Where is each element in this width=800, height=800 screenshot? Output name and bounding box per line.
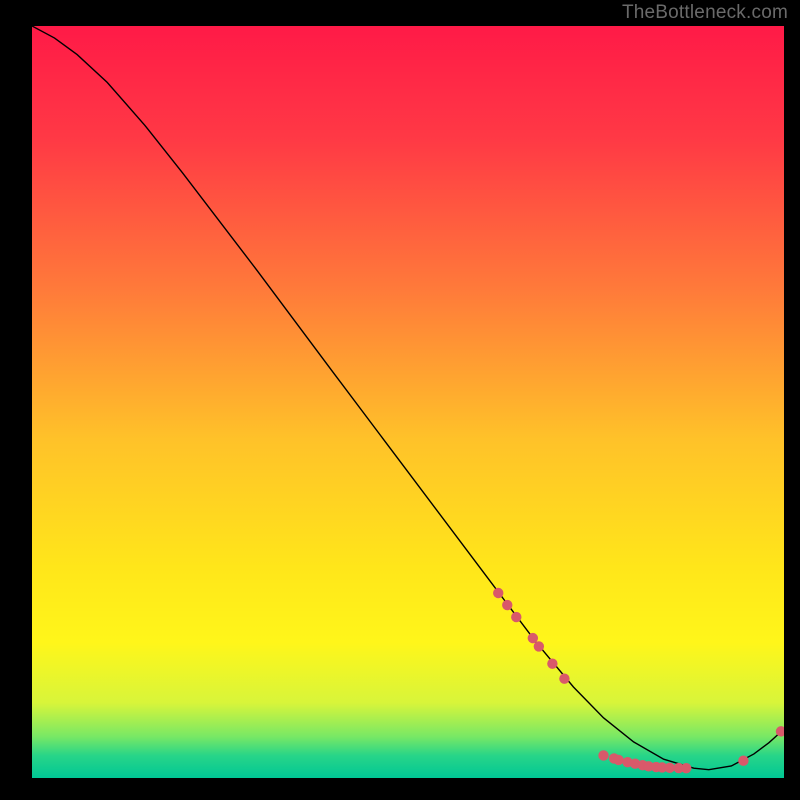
- data-marker: [534, 641, 544, 651]
- data-marker: [547, 658, 557, 668]
- chart-svg: [32, 26, 784, 778]
- data-marker: [493, 588, 503, 598]
- data-marker: [511, 612, 521, 622]
- data-marker: [613, 755, 623, 765]
- gradient-background: [32, 26, 784, 778]
- data-marker: [559, 674, 569, 684]
- chart-stage: TheBottleneck.com: [0, 0, 800, 800]
- data-marker: [502, 600, 512, 610]
- data-marker: [598, 750, 608, 760]
- data-marker: [528, 633, 538, 643]
- data-marker: [664, 763, 674, 773]
- data-marker: [681, 763, 691, 773]
- watermark-text: TheBottleneck.com: [622, 2, 788, 24]
- data-marker: [738, 756, 748, 766]
- plot-area: [32, 26, 784, 778]
